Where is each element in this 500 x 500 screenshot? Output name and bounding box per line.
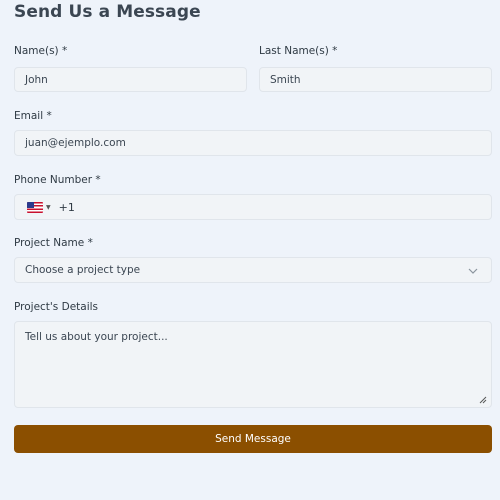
email-value: juan@ejemplo.com <box>25 137 126 149</box>
phone-dial-code: +1 <box>58 200 75 214</box>
form-title: Send Us a Message <box>14 2 201 22</box>
first-name-label: Name(s) * <box>14 45 68 57</box>
project-details-label: Project's Details <box>14 301 99 313</box>
email-label: Email * <box>14 110 52 122</box>
project-type-select[interactable]: Choose a project type <box>14 257 492 283</box>
last-name-label: Last Name(s) * <box>259 45 338 57</box>
chevron-down-icon <box>468 268 478 274</box>
us-flag-icon[interactable] <box>27 201 43 213</box>
project-type-selected: Choose a project type <box>25 264 141 276</box>
send-message-button[interactable]: Send Message <box>14 425 492 453</box>
first-name-field[interactable]: John <box>14 67 247 92</box>
phone-field[interactable]: ▼ +1 <box>14 194 492 220</box>
caret-down-icon[interactable]: ▼ <box>46 204 51 211</box>
project-details-placeholder: Tell us about your project... <box>25 331 168 343</box>
last-name-field[interactable]: Smith <box>259 67 492 92</box>
last-name-value: Smith <box>270 73 301 86</box>
first-name-value: John <box>25 73 48 86</box>
project-details-textarea[interactable]: Tell us about your project... <box>14 321 492 408</box>
project-name-label: Project Name * <box>14 237 93 249</box>
phone-label: Phone Number * <box>14 174 101 186</box>
contact-form-page: Send Us a Message Name(s) * John Last Na… <box>0 0 500 500</box>
resize-handle-icon[interactable] <box>479 396 487 404</box>
email-field[interactable]: juan@ejemplo.com <box>14 130 492 156</box>
